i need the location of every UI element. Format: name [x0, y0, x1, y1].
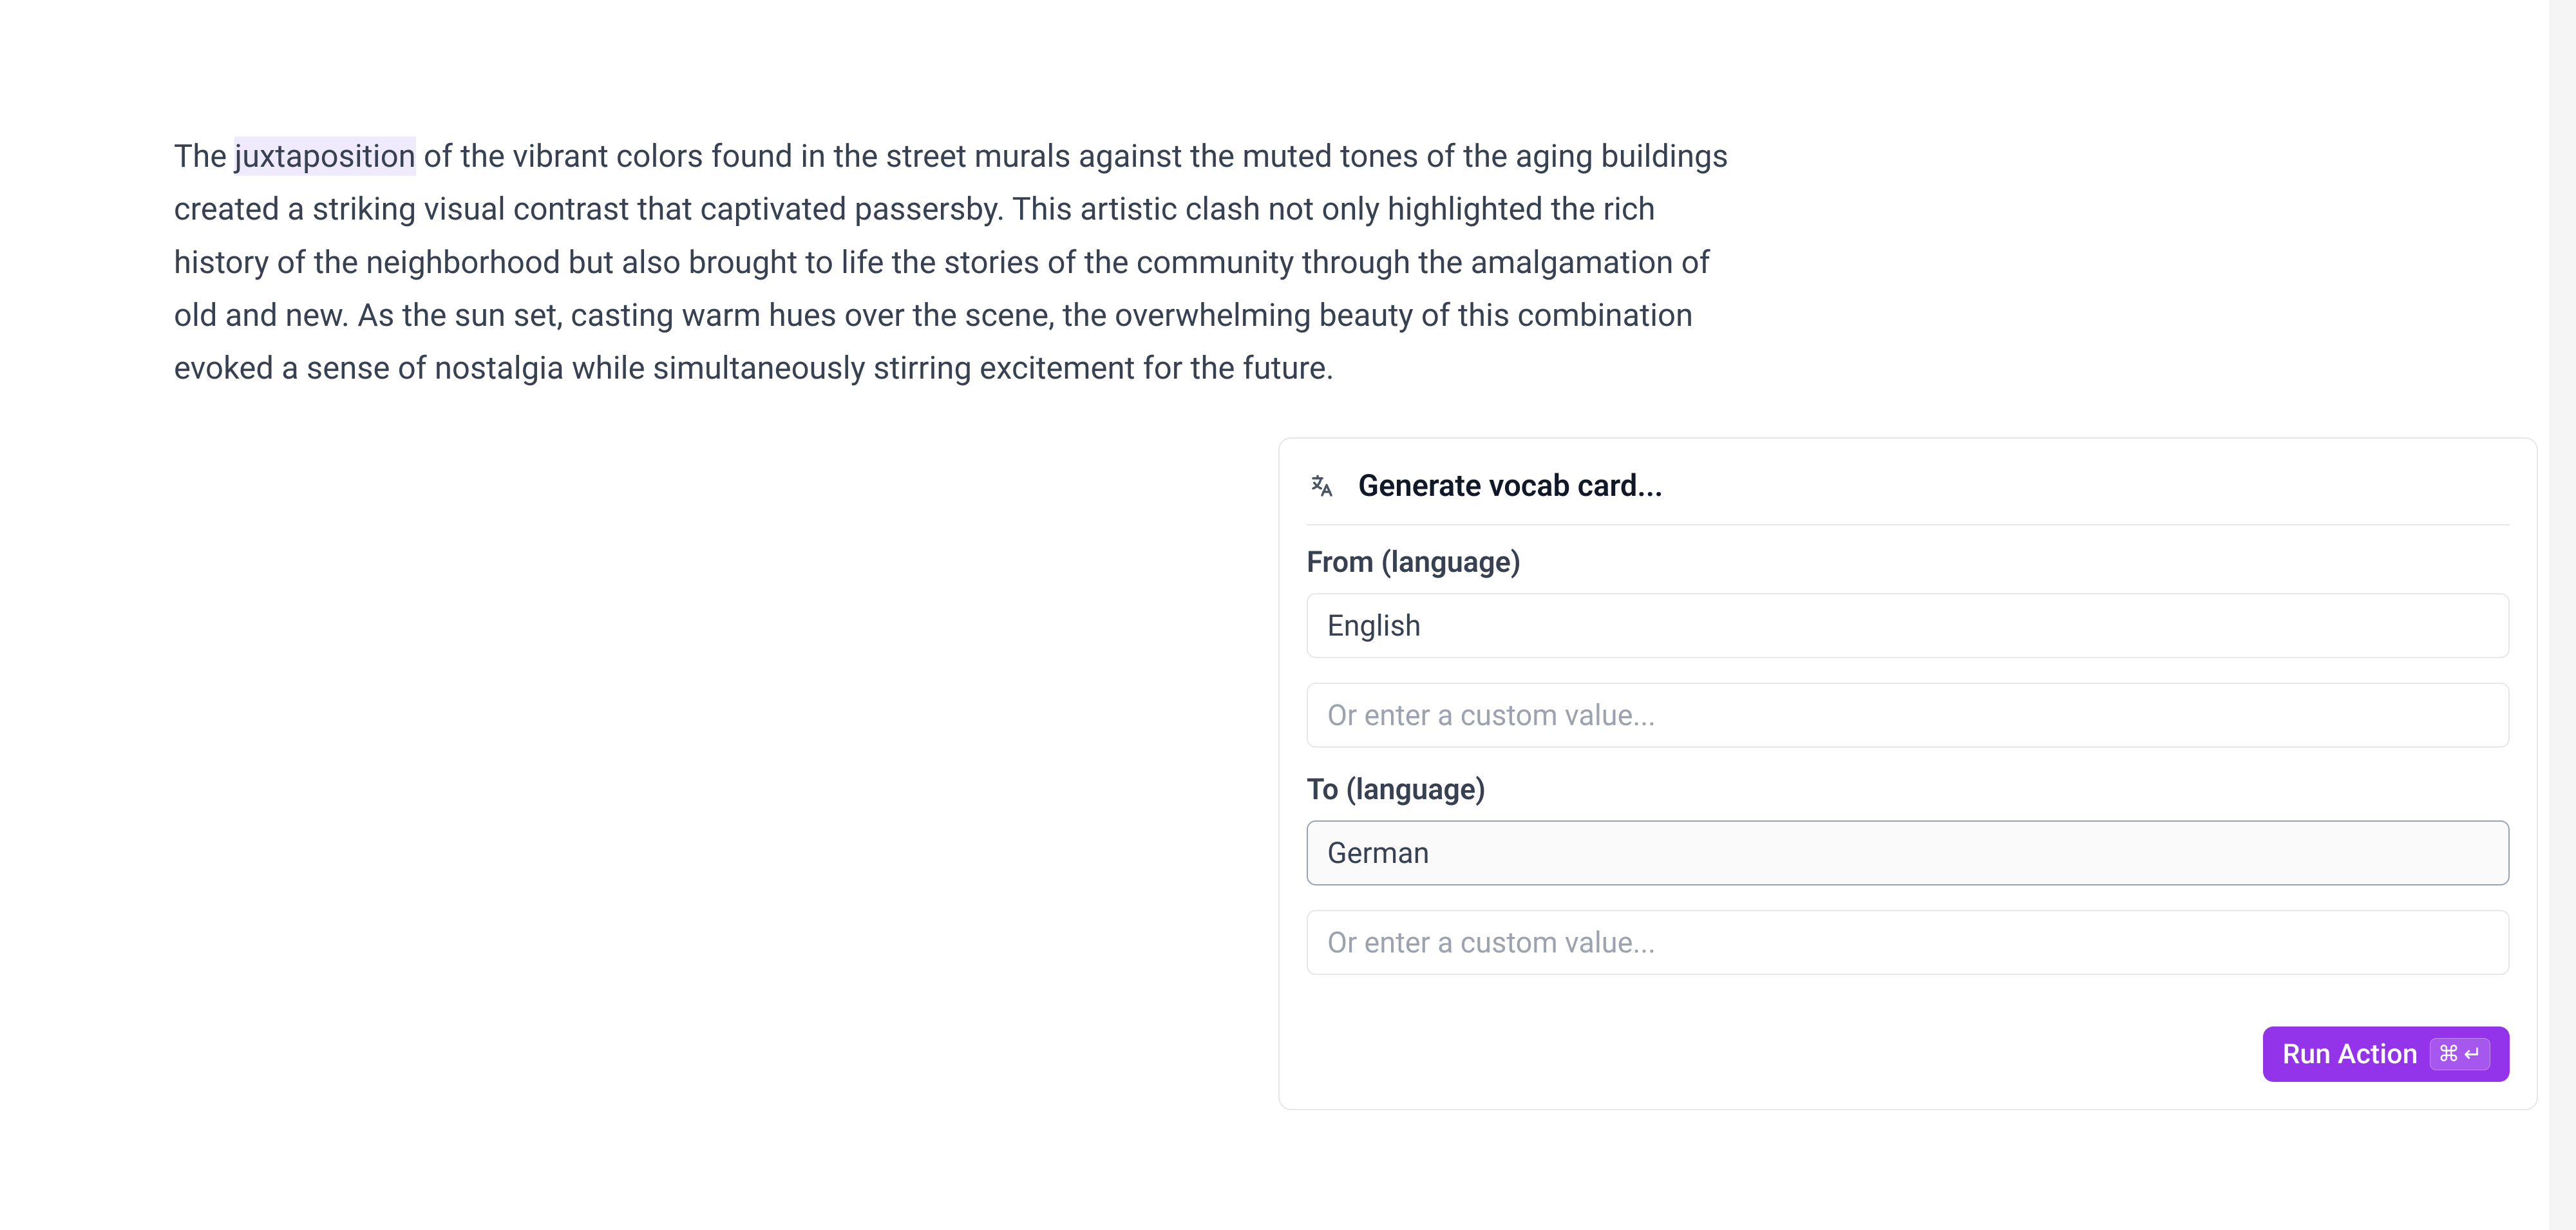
from-language-label: From (language) [1307, 545, 2510, 579]
from-language-select[interactable]: English [1307, 593, 2510, 658]
popup-footer: Run Action ⌘ ↵ [1280, 1027, 2537, 1109]
translate-icon [1307, 471, 1338, 502]
run-action-button[interactable]: Run Action ⌘ ↵ [2263, 1027, 2510, 1082]
cmd-key-icon: ⌘ [2438, 1041, 2460, 1067]
shortcut-badge: ⌘ ↵ [2430, 1038, 2491, 1070]
to-language-group: To (language) German [1307, 772, 2510, 975]
popup-header: Generate vocab card... [1307, 439, 2510, 525]
vocab-card-popup: Generate vocab card... From (language) E… [1278, 437, 2538, 1110]
enter-key-icon: ↵ [2464, 1041, 2483, 1067]
popup-title: Generate vocab card... [1358, 468, 1663, 504]
to-language-select[interactable]: German [1307, 820, 2510, 885]
text-before-highlight: The [174, 138, 234, 175]
scrollbar-track[interactable] [2549, 0, 2576, 1230]
run-action-label: Run Action [2282, 1038, 2418, 1070]
from-language-custom-input[interactable] [1307, 683, 2510, 748]
document-paragraph[interactable]: The juxtaposition of the vibrant colors … [174, 130, 1752, 395]
document-content-area: The juxtaposition of the vibrant colors … [10, 0, 2543, 1229]
to-language-custom-input[interactable] [1307, 910, 2510, 975]
highlighted-word[interactable]: juxtaposition [234, 137, 415, 176]
popup-body: From (language) English To (language) Ge… [1280, 525, 2537, 1027]
to-language-label: To (language) [1307, 772, 2510, 806]
from-language-group: From (language) English [1307, 545, 2510, 748]
